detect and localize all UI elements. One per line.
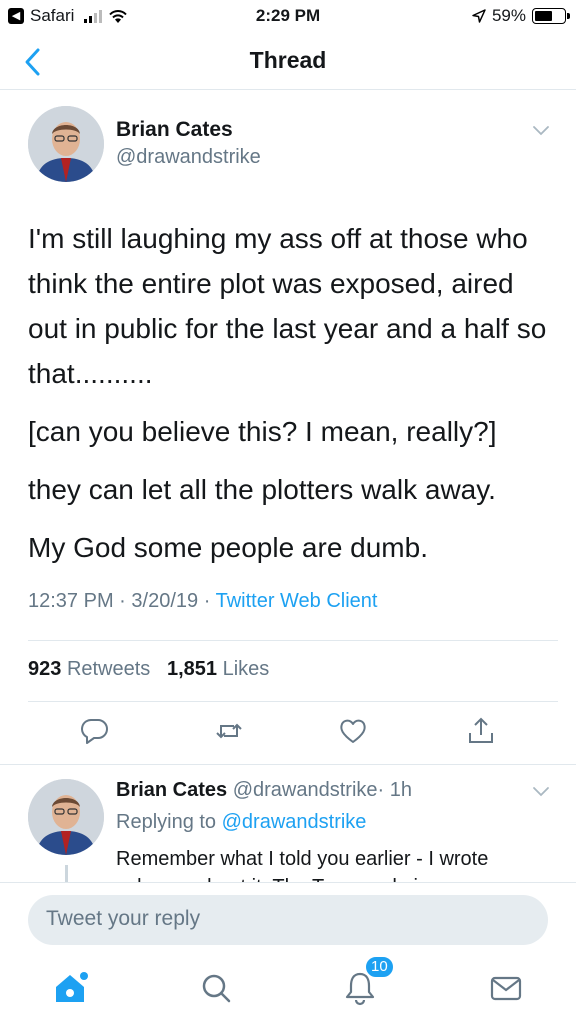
like-heart-icon[interactable] bbox=[338, 716, 368, 746]
tab-bar: 10 bbox=[0, 955, 576, 1024]
tweet-client-link[interactable]: Twitter Web Client bbox=[216, 590, 378, 612]
chevron-down-icon[interactable] bbox=[532, 785, 550, 797]
tweet-paragraph: I'm still laughing my ass off at those w… bbox=[28, 223, 547, 389]
replying-to-label: Replying to bbox=[116, 811, 217, 833]
retweets-stat[interactable]: 923 Retweets bbox=[28, 658, 150, 680]
page-title: Thread bbox=[249, 47, 327, 73]
battery-icon bbox=[532, 8, 570, 24]
divider bbox=[28, 640, 558, 641]
replying-to: Replying to @drawandstrike bbox=[116, 811, 366, 834]
likes-count: 1,851 bbox=[166, 658, 218, 680]
divider bbox=[0, 764, 576, 765]
notifications-badge: 10 bbox=[364, 955, 395, 979]
retweets-count: 923 bbox=[28, 658, 62, 680]
avatar[interactable] bbox=[28, 779, 104, 855]
reply-header: Brian Cates @drawandstrike· 1h bbox=[116, 779, 412, 802]
status-bar: ◀ Safari 2:29 PM 59% bbox=[0, 0, 576, 34]
reply-text: Remember what I told you earlier - I wro… bbox=[116, 848, 489, 882]
home-icon[interactable] bbox=[50, 968, 90, 1008]
tweet-paragraph: they can let all the plotters walk away. bbox=[28, 474, 496, 505]
avatar[interactable] bbox=[28, 106, 104, 182]
compose-bar: Tweet your reply bbox=[0, 882, 576, 958]
status-right: 59% bbox=[472, 6, 570, 26]
chevron-down-icon[interactable] bbox=[532, 124, 550, 136]
meta-separator: · bbox=[119, 590, 126, 612]
likes-stat[interactable]: 1,851 Likes bbox=[167, 658, 269, 680]
tweet-date: 3/20/19 bbox=[131, 590, 199, 612]
reply-input[interactable]: Tweet your reply bbox=[28, 895, 548, 945]
author-block[interactable]: Brian Cates @drawandstrike bbox=[116, 118, 261, 169]
divider bbox=[28, 701, 558, 702]
retweets-label: Retweets bbox=[66, 658, 151, 680]
messages-envelope-icon[interactable] bbox=[486, 968, 526, 1008]
likes-label: Likes bbox=[222, 658, 270, 680]
retweet-icon[interactable] bbox=[214, 716, 244, 746]
tweet-time: 12:37 PM bbox=[28, 590, 114, 612]
author-name[interactable]: Brian Cates bbox=[116, 118, 261, 142]
battery-percent: 59% bbox=[491, 6, 526, 25]
share-icon[interactable] bbox=[466, 716, 496, 746]
reply-author-name[interactable]: Brian Cates bbox=[116, 779, 227, 801]
author-handle[interactable]: @drawandstrike bbox=[116, 146, 261, 169]
tweet-text: I'm still laughing my ass off at those w… bbox=[28, 216, 553, 583]
reply-author-handle[interactable]: @drawandstrike bbox=[233, 779, 378, 801]
meta-separator: · bbox=[203, 590, 211, 612]
tweet-actions bbox=[28, 716, 558, 746]
location-arrow-icon bbox=[472, 9, 486, 23]
search-icon[interactable] bbox=[196, 968, 236, 1008]
nav-bar: Thread bbox=[0, 34, 576, 90]
reply-age: · 1h bbox=[377, 779, 412, 801]
tweet-metadata: 12:37 PM · 3/20/19 · Twitter Web Client bbox=[28, 590, 377, 613]
reply-icon[interactable] bbox=[80, 716, 110, 746]
tweet-stats: 923 Retweets 1,851 Likes bbox=[28, 658, 269, 681]
replying-to-mention[interactable]: @drawandstrike bbox=[222, 811, 367, 833]
tweet-paragraph: My God some people are dumb. bbox=[28, 532, 428, 563]
tweet-paragraph: [can you believe this? I mean, really?] bbox=[28, 416, 497, 447]
